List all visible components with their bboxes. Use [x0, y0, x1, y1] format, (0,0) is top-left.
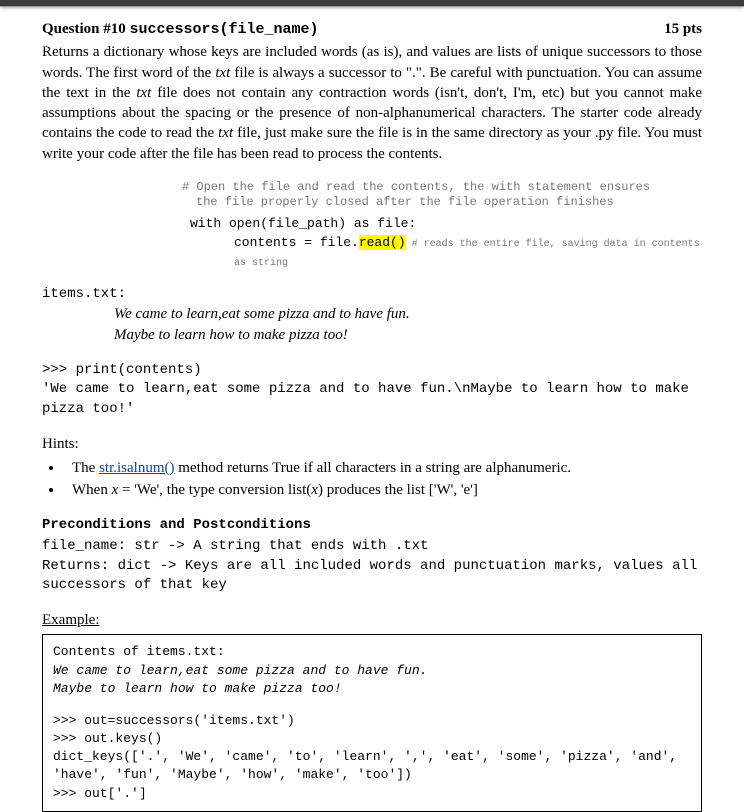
- print-cmd: >>> print(contents): [42, 362, 202, 378]
- question-header: Question #10 successors(file_name) 15 pt…: [42, 19, 702, 40]
- function-signature: successors(file_name): [130, 21, 319, 38]
- example-keys-output: dict_keys(['.', 'We', 'came', 'to', 'lea…: [53, 748, 691, 784]
- hint-item-2: When x = 'We', the type conversion list(…: [64, 480, 702, 500]
- code-comment-line1: # Open the file and read the contents, t…: [182, 180, 702, 196]
- hints-list: The str.isalnum() method returns True if…: [64, 458, 702, 501]
- items-file-label: items.txt:: [42, 285, 702, 304]
- code-comment: # Open the file and read the contents, t…: [42, 180, 702, 211]
- items-line1: We came to learn,eat some pizza and to h…: [114, 304, 702, 324]
- example-file-line1: We came to learn,eat some pizza and to h…: [53, 662, 691, 680]
- window-top-bar: [0, 0, 744, 7]
- question-number: Question #10: [42, 21, 126, 37]
- hint1-post: method returns True if all characters in…: [175, 460, 572, 476]
- example-contents-label: Contents of items.txt:: [53, 643, 691, 661]
- print-output: 'We came to learn,eat some pizza and to …: [42, 381, 697, 417]
- code-read-call: read(): [359, 235, 406, 250]
- example-cmd1: >>> out=successors('items.txt'): [53, 712, 691, 730]
- code-with-line: with open(file_path) as file:: [190, 215, 702, 234]
- example-label: Example:: [42, 610, 702, 630]
- preconditions-title: Preconditions and Postconditions: [42, 516, 702, 535]
- question-points: 15 pts: [664, 19, 702, 39]
- document-page: Question #10 successors(file_name) 15 pt…: [0, 7, 744, 812]
- spacer: [53, 698, 691, 712]
- code-contents-line: contents = file.read() # reads the entir…: [190, 234, 702, 272]
- precond-line1: file_name: str -> A string that ends wit…: [42, 537, 702, 557]
- example-cmd3: >>> out['.']: [53, 785, 691, 803]
- code-comment-line2: the file properly closed after the file …: [182, 195, 702, 211]
- hint1-pre: The: [72, 460, 99, 476]
- preconditions-block: file_name: str -> A string that ends wit…: [42, 537, 702, 596]
- code-open-block: with open(file_path) as file: contents =…: [42, 215, 702, 272]
- print-output-block: >>> print(contents) 'We came to learn,ea…: [42, 361, 702, 420]
- hint-item-1: The str.isalnum() method returns True if…: [64, 458, 702, 478]
- example-box: Contents of items.txt: We came to learn,…: [42, 634, 702, 812]
- question-title: Question #10 successors(file_name): [42, 19, 319, 40]
- items-file-contents: We came to learn,eat some pizza and to h…: [42, 304, 702, 345]
- question-description: Returns a dictionary whose keys are incl…: [42, 42, 702, 164]
- items-line2: Maybe to learn how to make pizza too!: [114, 325, 702, 345]
- precond-line2: Returns: dict -> Keys are all included w…: [42, 557, 702, 596]
- hints-label: Hints:: [42, 434, 702, 454]
- example-file-line2: Maybe to learn how to make pizza too!: [53, 680, 691, 698]
- example-cmd2: >>> out.keys(): [53, 730, 691, 748]
- isalnum-link[interactable]: str.isalnum(): [99, 460, 174, 476]
- code-contents-pre: contents = file.: [234, 235, 359, 250]
